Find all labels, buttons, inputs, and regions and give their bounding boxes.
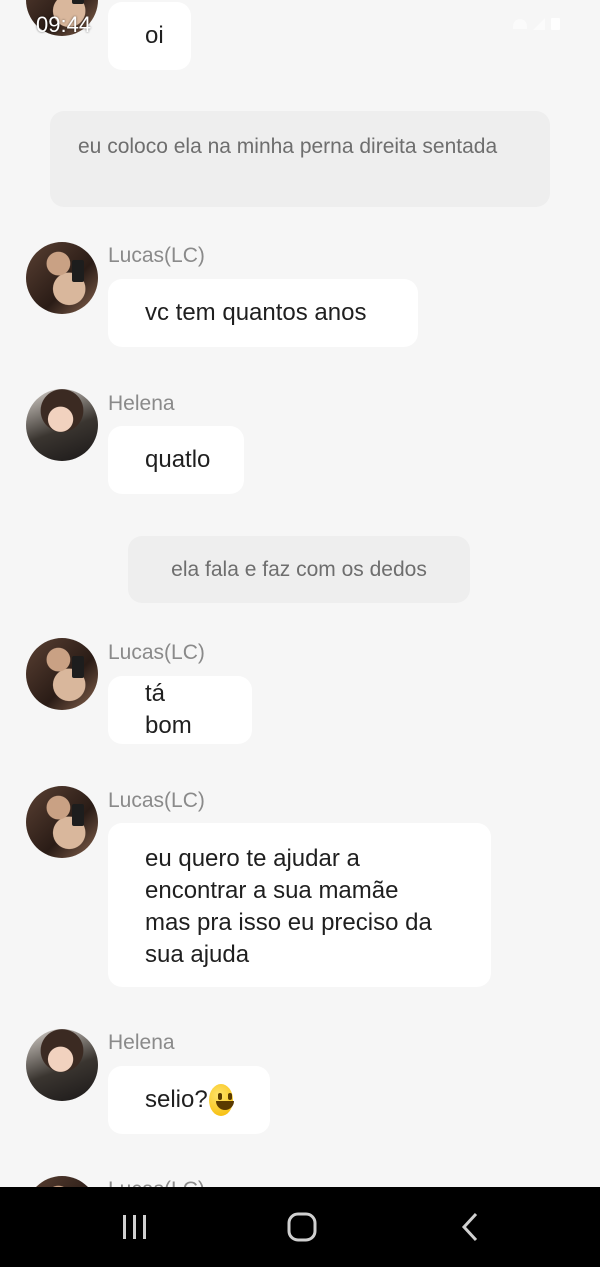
avatar[interactable] [26, 1029, 98, 1101]
message-text: oi [145, 22, 164, 49]
narration-bubble: ela fala e faz com os dedos [128, 536, 470, 603]
message-bubble: vc tem quantos anos [108, 279, 418, 347]
sender-name: Lucas(LC) [108, 244, 205, 267]
message-text: tá bom [145, 680, 192, 739]
message-bubble: quatlo [108, 426, 244, 494]
message-line: encontrar a sua mamãe [145, 877, 399, 904]
sender-name: Lucas(LC) [108, 789, 205, 812]
avatar[interactable] [26, 242, 98, 314]
narration-text: eu coloco ela na minha perna direita sen… [78, 135, 498, 158]
message-text: vc tem quantos anos [145, 299, 367, 326]
sender-name: Helena [108, 1031, 175, 1054]
avatar[interactable] [26, 389, 98, 461]
message-bubble: eu quero te ajudar a encontrar a sua mam… [108, 823, 491, 987]
status-icons [513, 18, 560, 30]
message-text: selio? [145, 1086, 208, 1113]
back-button[interactable] [425, 1187, 515, 1267]
message-line: eu quero te ajudar a [145, 845, 360, 872]
message-line: sua ajuda [145, 941, 250, 968]
status-time: 09:44 [36, 12, 92, 37]
recent-apps-icon [123, 1215, 146, 1239]
navigation-bar [0, 1187, 600, 1267]
avatar[interactable] [26, 638, 98, 710]
recent-apps-button[interactable] [90, 1187, 180, 1267]
message-bubble: selio? [108, 1066, 270, 1134]
avatar[interactable] [26, 786, 98, 858]
message-bubble: oi [108, 2, 191, 70]
grinning-face-emoji [208, 1084, 235, 1116]
wifi-icon [513, 19, 527, 29]
narration-bubble: eu coloco ela na minha perna direita sen… [50, 111, 550, 207]
message-line: mas pra isso eu preciso da [145, 909, 432, 936]
home-button[interactable] [257, 1187, 347, 1267]
message-bubble: tá bom [108, 676, 252, 744]
message-text: eu quero te ajudar a encontrar a sua mam… [145, 843, 432, 971]
home-icon [287, 1212, 317, 1242]
sender-name: Lucas(LC) [108, 641, 205, 664]
narration-text: ela fala e faz com os dedos [171, 558, 427, 581]
back-icon [461, 1212, 478, 1242]
battery-icon [551, 18, 560, 30]
sender-name: Helena [108, 392, 175, 415]
signal-icon [533, 18, 545, 30]
message-text: quatlo [145, 446, 211, 473]
